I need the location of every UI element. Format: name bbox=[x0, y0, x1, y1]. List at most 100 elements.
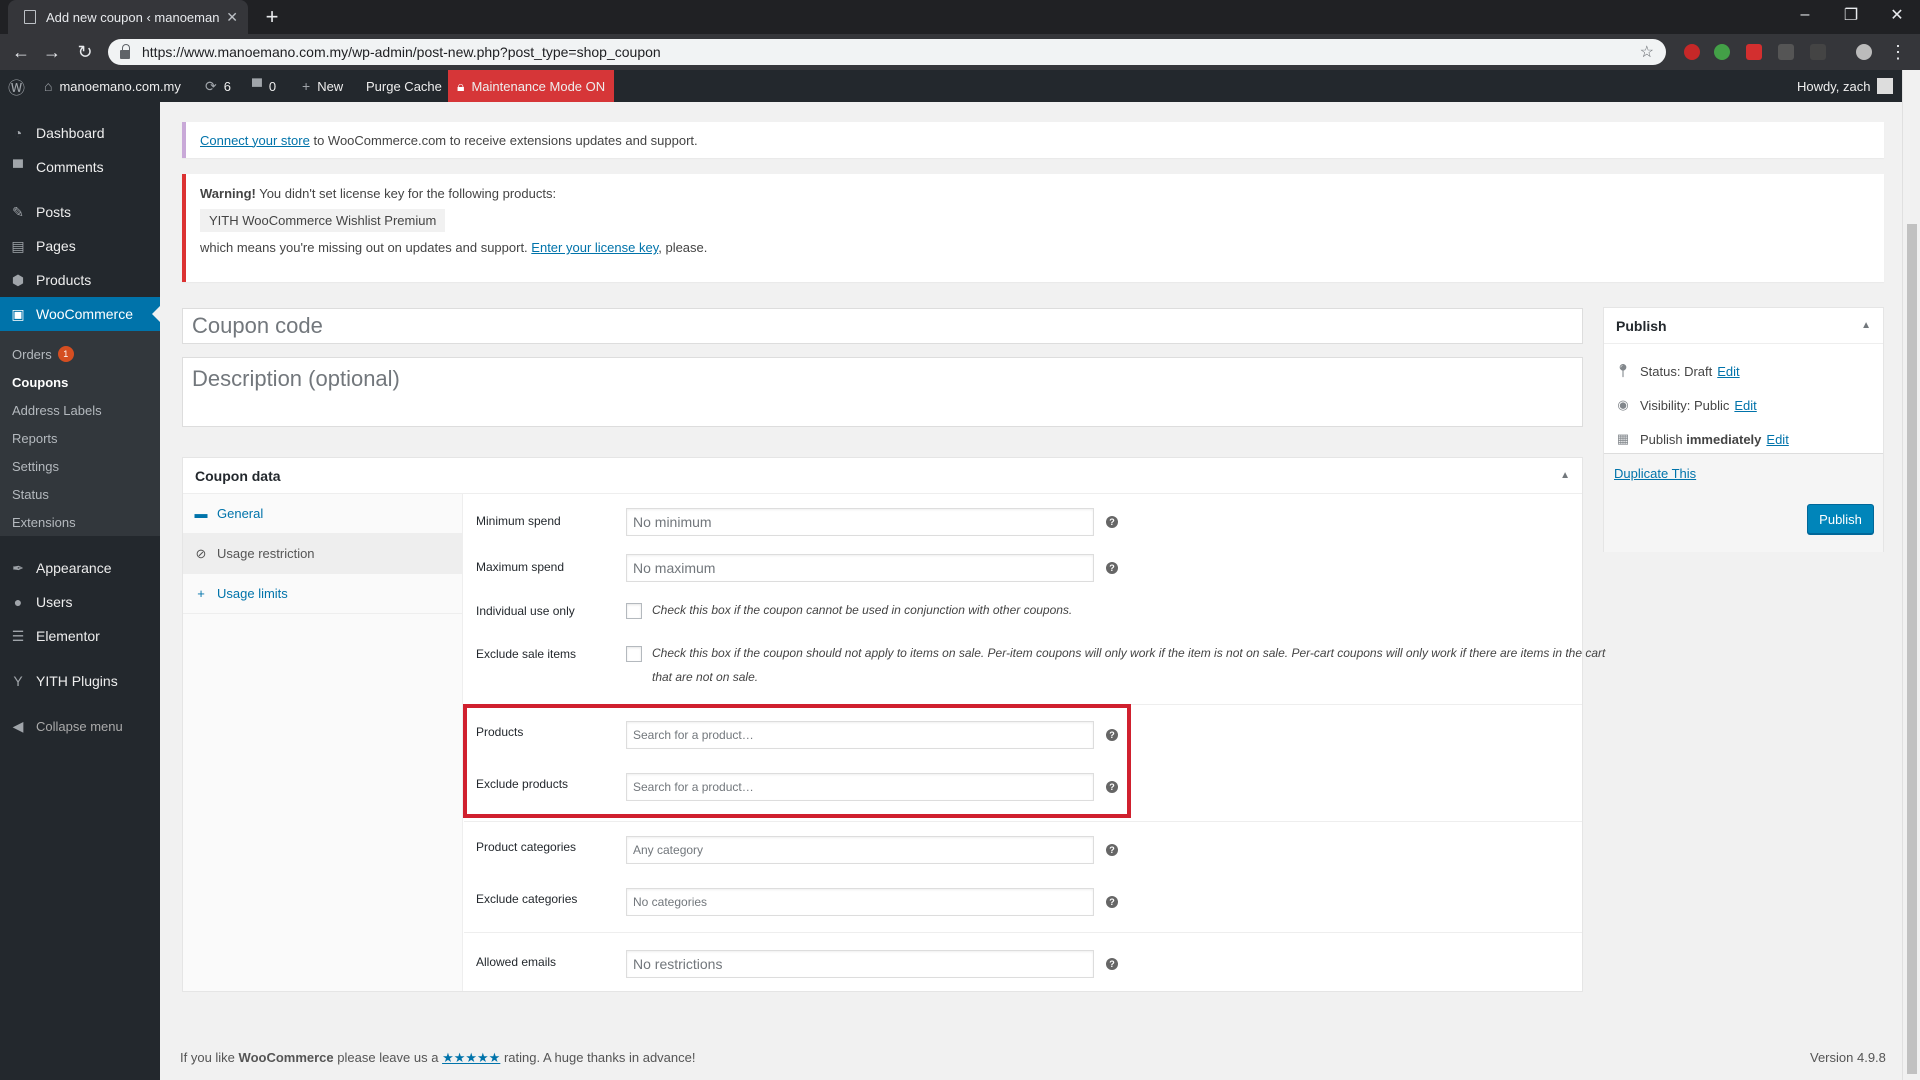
comments-link[interactable]: ▀ 0 bbox=[252, 70, 276, 102]
sidebar-item-posts[interactable]: ✎ Posts bbox=[0, 195, 160, 229]
connect-store-link[interactable]: Connect your store bbox=[200, 133, 310, 148]
submenu-coupons[interactable]: Coupons bbox=[12, 370, 68, 394]
submenu-address-labels[interactable]: Address Labels bbox=[12, 398, 102, 422]
purge-cache-link[interactable]: Purge Cache bbox=[366, 70, 442, 102]
exclude-sale-label: Exclude sale items bbox=[476, 647, 577, 661]
sidebar-item-woocommerce[interactable]: ▣ WooCommerce bbox=[0, 297, 160, 331]
sidebar-item-yith-plugins[interactable]: Y YITH Plugins bbox=[0, 664, 160, 698]
submenu-reports[interactable]: Reports bbox=[12, 426, 58, 450]
tab-general[interactable]: ▬ General bbox=[183, 494, 463, 534]
edit-date-link[interactable]: Edit bbox=[1766, 432, 1788, 447]
sidebar-item-appearance[interactable]: ✒ Appearance bbox=[0, 551, 160, 585]
status-value: Draft bbox=[1684, 363, 1713, 379]
new-tab-button[interactable]: + bbox=[258, 3, 286, 31]
coupon-data-header[interactable]: Coupon data ▲ bbox=[183, 458, 1582, 494]
max-spend-input[interactable]: No maximum bbox=[626, 554, 1094, 582]
close-window-button[interactable]: ✕ bbox=[1874, 0, 1920, 30]
extension-icon[interactable] bbox=[1810, 44, 1826, 60]
publish-date-value: immediately bbox=[1686, 431, 1762, 447]
exclude-categories-label: Exclude categories bbox=[476, 892, 578, 906]
browser-menu-icon[interactable]: ⋮ bbox=[1884, 38, 1912, 66]
publish-header[interactable]: Publish ▲ bbox=[1604, 308, 1883, 344]
visibility-row: ◉ Visibility: Public Edit bbox=[1614, 397, 1756, 413]
forward-button[interactable]: → bbox=[38, 38, 66, 66]
submenu-orders[interactable]: Orders 1 bbox=[12, 342, 74, 366]
woocommerce-submenu: Orders 1 Coupons Address Labels Reports S… bbox=[0, 331, 160, 536]
warning-label: Warning! bbox=[200, 186, 256, 201]
help-icon[interactable]: ? bbox=[1106, 562, 1118, 574]
exclude-sale-checkbox[interactable] bbox=[626, 646, 642, 662]
extension-icon[interactable] bbox=[1684, 44, 1700, 60]
footer-brand: WooCommerce bbox=[238, 1050, 334, 1065]
bookmark-star-icon[interactable]: ☆ bbox=[1640, 42, 1654, 62]
allowed-emails-label: Allowed emails bbox=[476, 955, 557, 969]
product-categories-input[interactable]: Any category bbox=[626, 836, 1094, 864]
connect-store-notice: Connect your store to WooCommerce.com to… bbox=[182, 122, 1884, 158]
publish-button[interactable]: Publish bbox=[1807, 504, 1874, 534]
duplicate-link[interactable]: Duplicate This bbox=[1614, 466, 1696, 481]
section-divider bbox=[464, 821, 1582, 822]
updates-link[interactable]: ⟳ 6 bbox=[205, 70, 231, 102]
new-content-link[interactable]: + New bbox=[302, 70, 343, 102]
license-key-link[interactable]: Enter your license key bbox=[531, 240, 658, 255]
visibility-value: Public bbox=[1693, 397, 1730, 413]
help-icon[interactable]: ? bbox=[1106, 958, 1118, 970]
back-button[interactable]: ← bbox=[7, 38, 35, 66]
help-icon[interactable]: ? bbox=[1106, 516, 1118, 528]
restore-button[interactable]: ❐ bbox=[1828, 0, 1874, 30]
individual-use-checkbox[interactable] bbox=[626, 603, 642, 619]
description-textarea[interactable]: Description (optional) bbox=[182, 357, 1583, 427]
new-label: New bbox=[317, 78, 344, 94]
edit-status-link[interactable]: Edit bbox=[1717, 364, 1739, 379]
allowed-emails-input[interactable]: No restrictions bbox=[626, 950, 1094, 978]
help-icon[interactable]: ? bbox=[1106, 844, 1118, 856]
extension-icon[interactable] bbox=[1714, 44, 1730, 60]
coupon-code-input[interactable]: Coupon code bbox=[182, 308, 1583, 344]
page-icon: ▤ bbox=[11, 237, 25, 254]
min-spend-input[interactable]: No minimum bbox=[626, 508, 1094, 536]
collapse-arrow-icon[interactable]: ▲ bbox=[1861, 320, 1871, 331]
tab-usage-restriction[interactable]: ⊘ Usage restriction bbox=[183, 534, 463, 574]
help-icon[interactable]: ? bbox=[1106, 896, 1118, 908]
exclude-categories-input[interactable]: No categories bbox=[626, 888, 1094, 916]
submenu-settings[interactable]: Settings bbox=[12, 454, 59, 478]
maintenance-mode-link[interactable]: 🔒︎ Maintenance Mode ON bbox=[448, 70, 615, 102]
tab-title: Add new coupon ‹ manoemano… bbox=[46, 9, 220, 25]
sidebar-item-elementor[interactable]: ☰ Elementor bbox=[0, 619, 160, 653]
scrollbar-thumb[interactable] bbox=[1907, 224, 1917, 1074]
warning-line: Warning! You didn't set license key for … bbox=[200, 186, 1870, 201]
sidebar-item-users[interactable]: ● Users bbox=[0, 585, 160, 619]
reload-button[interactable]: ↻ bbox=[71, 38, 99, 66]
sidebar-item-products[interactable]: ⬢ Products bbox=[0, 263, 160, 297]
minimize-button[interactable]: – bbox=[1782, 0, 1828, 30]
user-account-menu[interactable]: Howdy, zach bbox=[1797, 70, 1894, 102]
site-name-link[interactable]: ⌂ manoemano.com.my bbox=[44, 70, 181, 102]
rating-stars-link[interactable]: ★★★★★ bbox=[442, 1050, 500, 1065]
tab-usage-limits[interactable]: + Usage limits bbox=[183, 574, 463, 614]
sidebar-item-label: WooCommerce bbox=[36, 306, 133, 322]
wordpress-logo-icon[interactable]: Ⓦ bbox=[8, 70, 32, 102]
browser-tab[interactable]: Add new coupon ‹ manoemano… ✕ bbox=[8, 0, 248, 34]
sidebar-item-pages[interactable]: ▤ Pages bbox=[0, 229, 160, 263]
warning-text: You didn't set license key for the follo… bbox=[255, 186, 557, 201]
extension-icon[interactable] bbox=[1778, 44, 1794, 60]
coupon-code-placeholder: Coupon code bbox=[192, 313, 323, 338]
collapse-arrow-icon[interactable]: ▲ bbox=[1560, 470, 1570, 481]
address-bar[interactable]: https://www.manoemano.com.my/wp-admin/po… bbox=[108, 39, 1666, 65]
extension-icon[interactable] bbox=[1746, 44, 1762, 60]
sidebar-item-label: Elementor bbox=[36, 628, 100, 644]
submenu-extensions[interactable]: Extensions bbox=[12, 510, 76, 534]
profile-icon[interactable] bbox=[1856, 44, 1872, 60]
collapse-menu-button[interactable]: ◀ Collapse menu bbox=[0, 709, 160, 743]
product-categories-label: Product categories bbox=[476, 840, 577, 854]
sidebar-item-comments[interactable]: ▀ Comments bbox=[0, 150, 160, 184]
sidebar-item-dashboard[interactable]: ◔ Dashboard bbox=[0, 116, 160, 150]
submenu-label: Reports bbox=[12, 430, 58, 446]
submenu-status[interactable]: Status bbox=[12, 482, 49, 506]
box-icon: ⬢ bbox=[11, 271, 25, 288]
edit-visibility-link[interactable]: Edit bbox=[1734, 398, 1756, 413]
updates-icon: ⟳ bbox=[205, 77, 217, 94]
individual-use-label: Individual use only bbox=[476, 604, 575, 618]
page-scrollbar[interactable] bbox=[1902, 70, 1920, 1080]
close-tab-icon[interactable]: ✕ bbox=[226, 9, 238, 26]
